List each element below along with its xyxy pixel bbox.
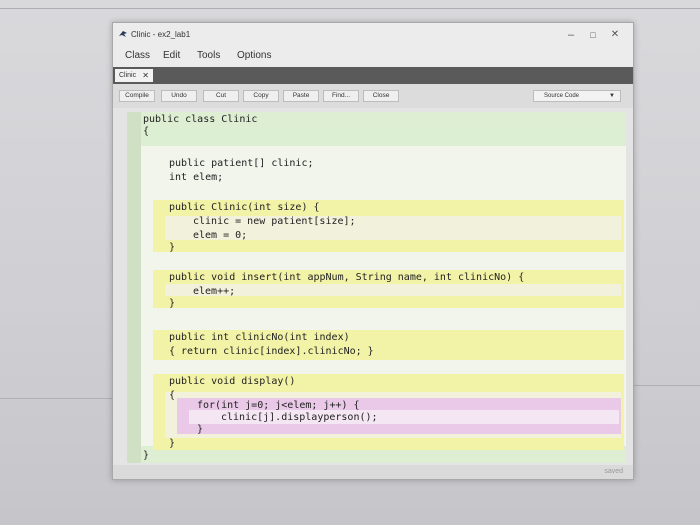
code-line-field1: public patient[] clinic;: [169, 158, 314, 169]
editor-window: Clinic - ex2_lab1 – □ ✕ Class Edit Tools…: [112, 22, 634, 480]
code-line-display-sig: public void display(): [169, 376, 296, 387]
view-mode-value: Source Code: [544, 93, 580, 99]
view-mode-select[interactable]: Source Code ▼: [533, 90, 621, 102]
save-status: saved: [604, 468, 623, 475]
code-line-display-open: {: [169, 390, 176, 401]
code-line-open-brace: {: [143, 126, 150, 137]
menu-tools[interactable]: Tools: [197, 50, 220, 61]
tab-clinic[interactable]: Clinic ✕: [115, 69, 153, 82]
tab-label: Clinic: [119, 72, 137, 79]
code-line-insert-1: elem++;: [193, 286, 236, 297]
code-line-insert-sig: public void insert(int appNum, String na…: [169, 272, 525, 283]
code-line-ctor-2: elem = 0;: [193, 230, 248, 241]
code-line-clinicno-body: { return clinic[index].clinicNo; }: [169, 346, 374, 357]
maximize-button[interactable]: □: [585, 28, 601, 42]
code-line-class-close: }: [143, 450, 150, 461]
dropdown-arrow-icon: ▼: [609, 93, 615, 99]
menu-edit[interactable]: Edit: [163, 50, 180, 61]
find-button[interactable]: Find...: [323, 90, 359, 102]
code-line-clinicno-sig: public int clinicNo(int index): [169, 332, 350, 343]
window-title: Clinic - ex2_lab1: [131, 30, 191, 39]
title-bar[interactable]: Clinic - ex2_lab1 – □ ✕: [113, 23, 633, 47]
menu-options[interactable]: Options: [237, 50, 271, 61]
code-line-class: public class Clinic: [143, 114, 258, 125]
undo-button[interactable]: Undo: [161, 90, 197, 102]
close-window-button[interactable]: ✕: [607, 28, 623, 42]
menu-class[interactable]: Class: [125, 50, 150, 61]
code-line-ctor-close: }: [169, 242, 176, 253]
bluej-bird-icon: [119, 31, 127, 37]
compile-button[interactable]: Compile: [119, 90, 155, 102]
tab-close-icon[interactable]: ✕: [142, 69, 149, 82]
toolbar: Compile Undo Cut Copy Paste Find... Clos…: [113, 84, 633, 108]
menu-bar: Class Edit Tools Options: [113, 47, 633, 67]
code-line-ctor-sig: public Clinic(int size) {: [169, 202, 320, 213]
code-line-field2: int elem;: [169, 172, 224, 183]
code-line-insert-close: }: [169, 298, 176, 309]
code-line-display-close: }: [169, 438, 176, 449]
cut-button[interactable]: Cut: [203, 90, 239, 102]
status-bar: saved: [113, 465, 633, 479]
copy-button[interactable]: Copy: [243, 90, 279, 102]
code-line-ctor-1: clinic = new patient[size];: [193, 216, 356, 227]
minimize-button[interactable]: –: [563, 28, 579, 42]
close-button[interactable]: Close: [363, 90, 399, 102]
paste-button[interactable]: Paste: [283, 90, 319, 102]
code-line-for-close: }: [197, 424, 204, 435]
code-editor[interactable]: public class Clinic { public patient[] c…: [127, 112, 626, 463]
tab-bar: Clinic ✕: [113, 67, 633, 84]
code-line-for-sig: for(int j=0; j<elem; j++) {: [197, 400, 360, 411]
code-line-for-body: clinic[j].displayperson();: [221, 412, 378, 423]
line-gutter: [127, 112, 141, 463]
